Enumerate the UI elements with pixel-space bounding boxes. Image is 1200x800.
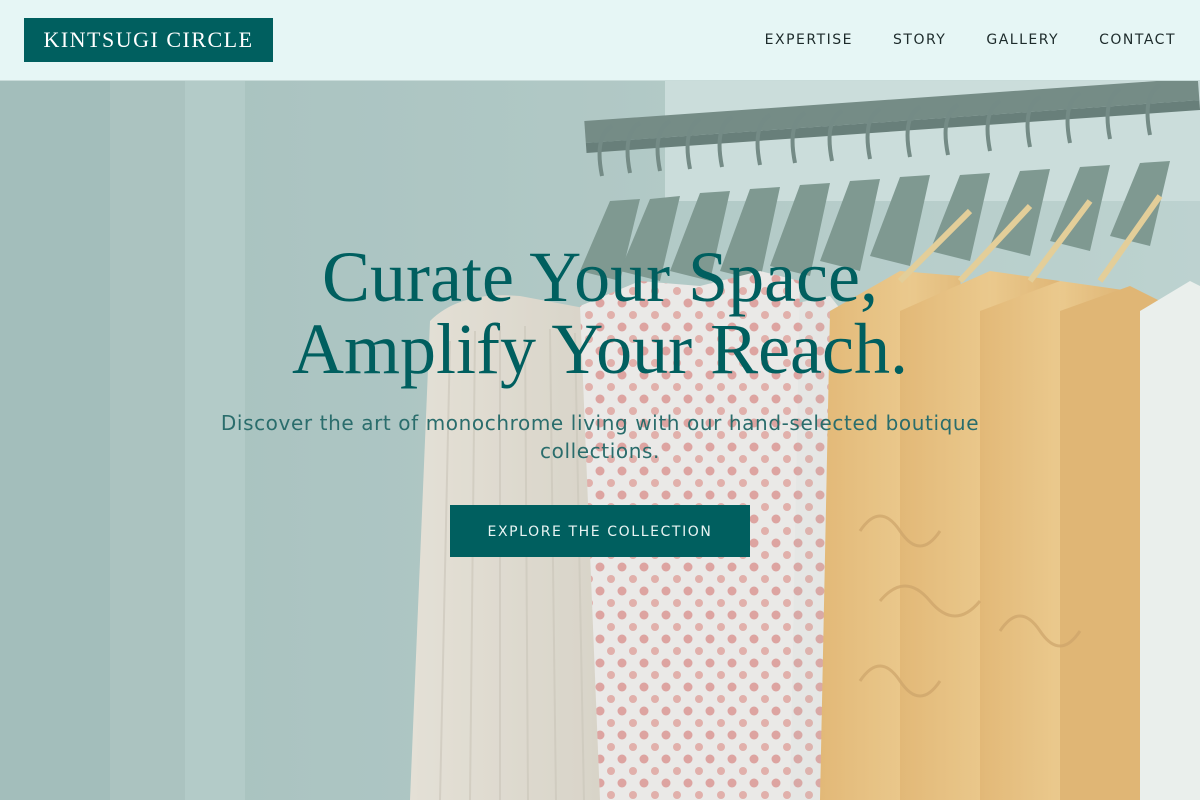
main-nav: EXPERTISE STORY GALLERY CONTACT	[725, 0, 1176, 80]
explore-collection-button[interactable]: EXPLORE THE COLLECTION	[450, 505, 750, 557]
hero-section: Curate Your Space, Amplify Your Reach. D…	[0, 81, 1200, 800]
hero-title-line-1: Curate Your Space,	[322, 237, 878, 317]
hero-subtitle: Discover the art of monochrome living wi…	[220, 411, 980, 463]
hero-content: Curate Your Space, Amplify Your Reach. D…	[150, 241, 1050, 557]
nav-link-story[interactable]: STORY	[893, 32, 946, 48]
logo[interactable]: KINTSUGI CIRCLE	[24, 18, 273, 62]
site-header: KINTSUGI CIRCLE EXPERTISE STORY GALLERY …	[0, 0, 1200, 81]
page: KINTSUGI CIRCLE EXPERTISE STORY GALLERY …	[0, 0, 1200, 800]
nav-link-gallery[interactable]: GALLERY	[986, 32, 1059, 48]
hero-title-line-2: Amplify Your Reach.	[292, 309, 908, 389]
nav-link-expertise[interactable]: EXPERTISE	[765, 32, 853, 48]
hero-title: Curate Your Space, Amplify Your Reach.	[150, 241, 1050, 385]
nav-link-contact[interactable]: CONTACT	[1099, 32, 1176, 48]
